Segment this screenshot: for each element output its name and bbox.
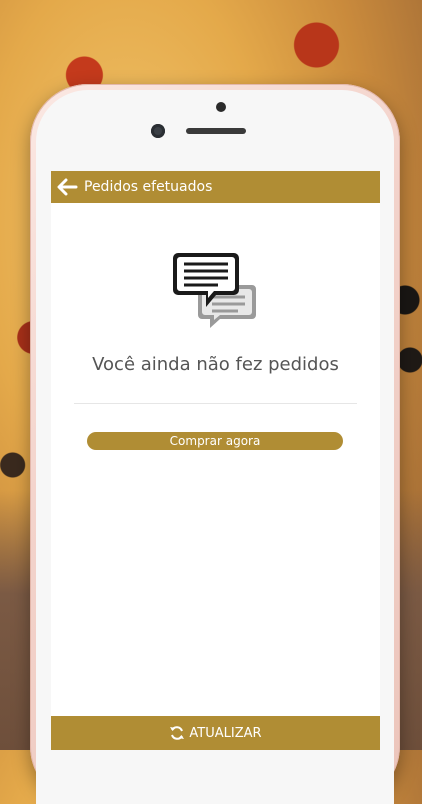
earpiece-speaker bbox=[186, 128, 246, 134]
buy-now-button[interactable]: Comprar agora bbox=[87, 432, 343, 450]
refresh-button[interactable]: ATUALIZAR bbox=[51, 716, 380, 750]
front-camera bbox=[216, 102, 226, 112]
proximity-sensor bbox=[151, 124, 165, 138]
app-screen: Pedidos efetuados Você ainda não fez ped… bbox=[51, 171, 380, 750]
back-button[interactable] bbox=[54, 174, 80, 200]
empty-state-message: Você ainda não fez pedidos bbox=[92, 354, 339, 375]
refresh-icon bbox=[170, 726, 185, 740]
top-bar: Pedidos efetuados bbox=[51, 171, 380, 203]
back-arrow-icon bbox=[57, 178, 78, 196]
page-title: Pedidos efetuados bbox=[84, 179, 213, 195]
divider bbox=[74, 403, 357, 404]
refresh-label: ATUALIZAR bbox=[189, 725, 262, 741]
chat-bubbles-icon bbox=[172, 249, 258, 335]
